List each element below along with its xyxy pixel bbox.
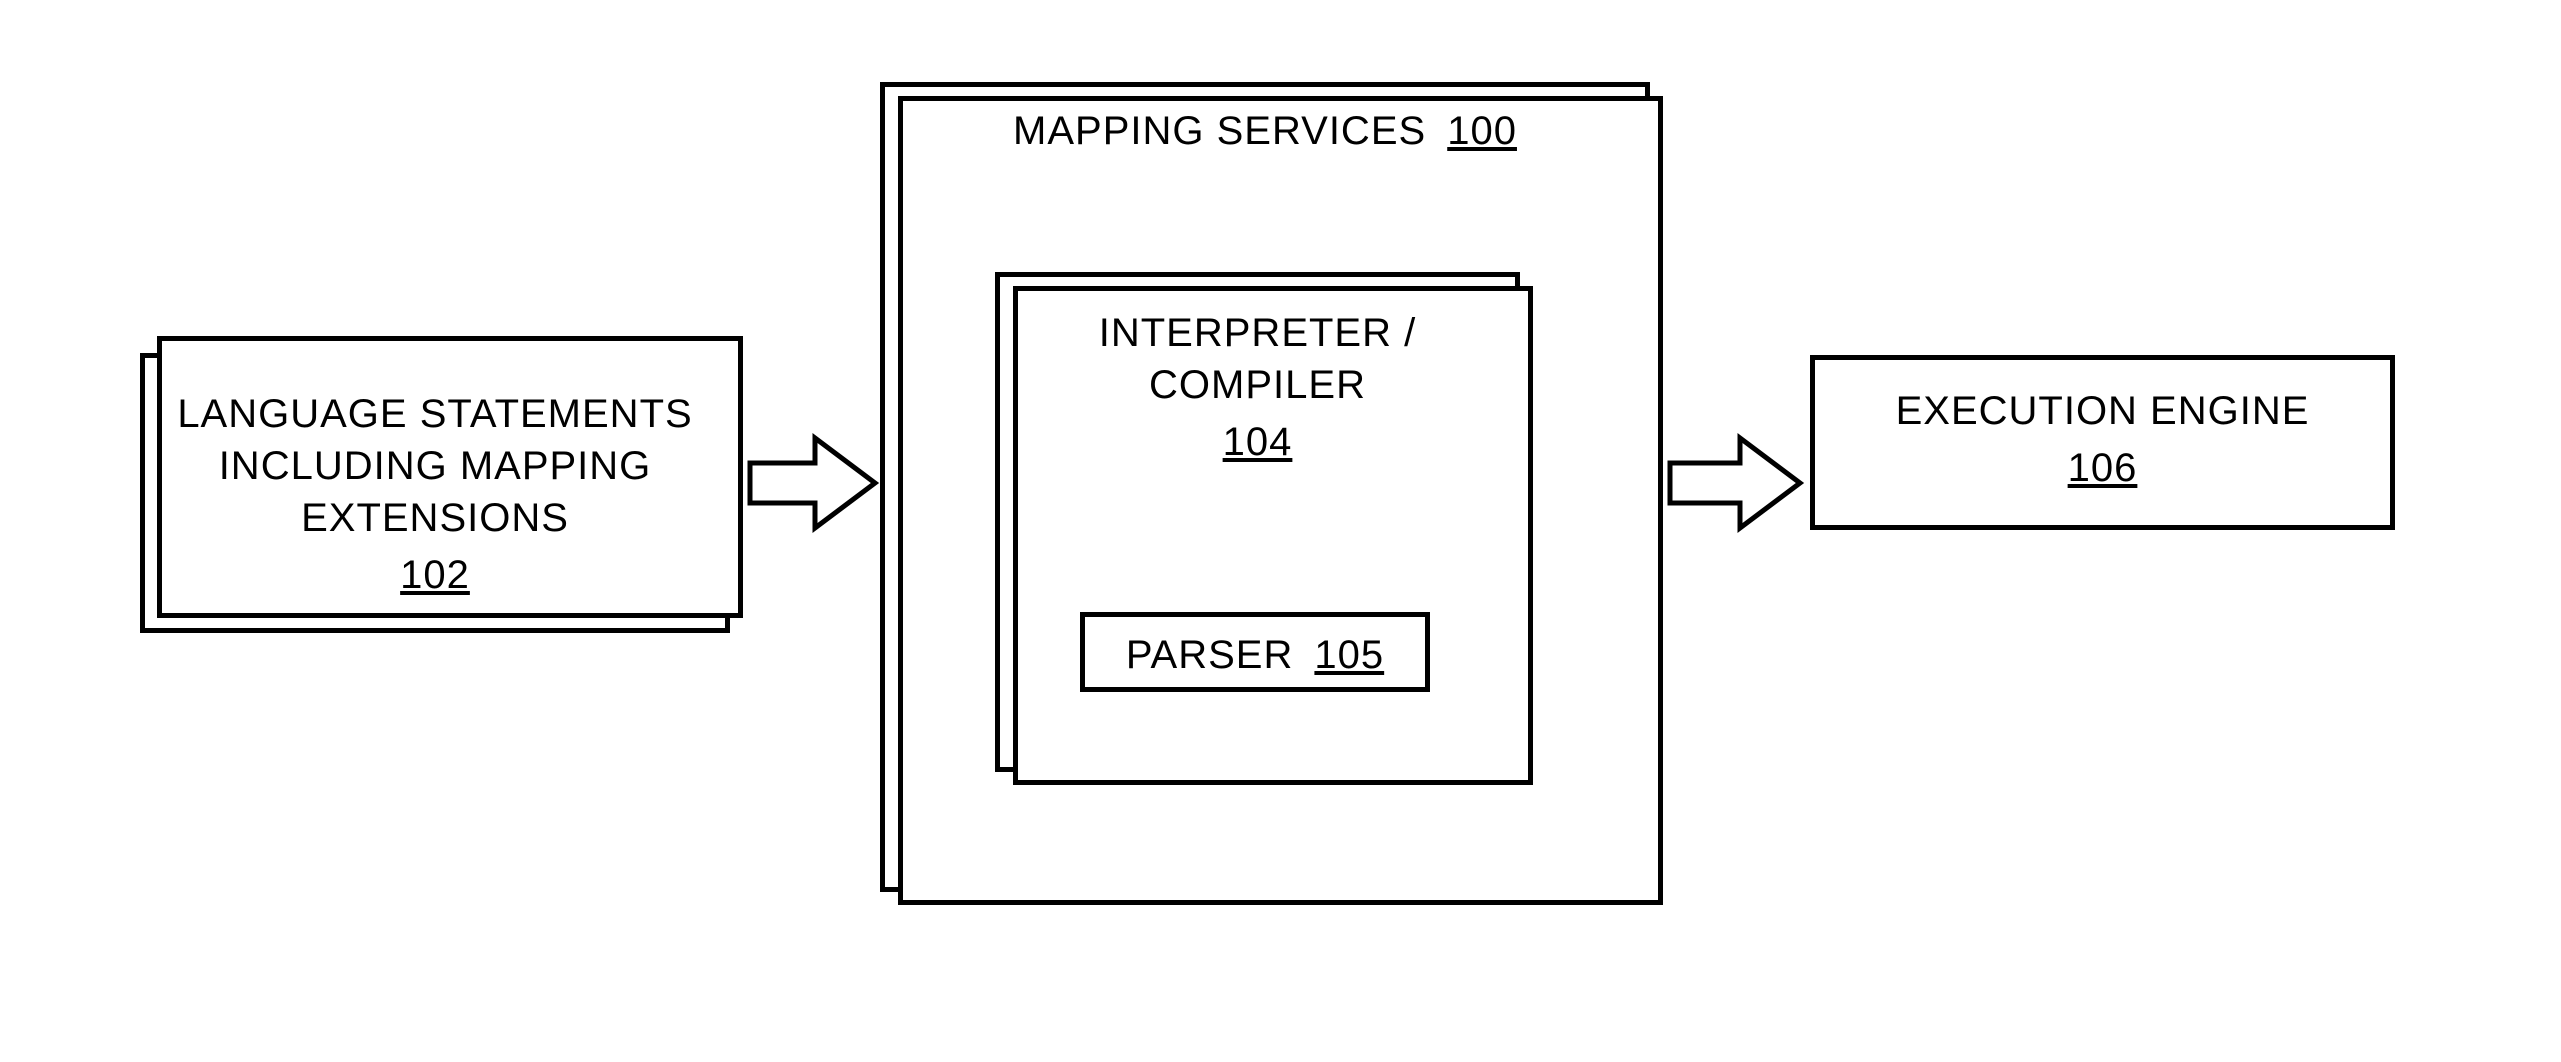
parser-label: PARSER: [1126, 633, 1294, 677]
mapping-services-ref: 100: [1447, 109, 1517, 153]
exec-label: EXECUTION ENGINE: [1815, 385, 2390, 437]
lang-line2: INCLUDING MAPPING: [145, 440, 725, 492]
arrow-left-to-center: [745, 428, 885, 538]
parser-ref: 105: [1314, 633, 1384, 677]
interp-ref: 104: [1223, 416, 1293, 468]
arrow-center-to-right: [1665, 428, 1810, 538]
interp-line1: INTERPRETER /: [1000, 307, 1515, 359]
language-statements-box: LANGUAGE STATEMENTS INCLUDING MAPPING EX…: [140, 353, 730, 633]
lang-line1: LANGUAGE STATEMENTS: [145, 388, 725, 440]
interpreter-compiler-box: INTERPRETER / COMPILER 104 PARSER 105: [995, 272, 1520, 772]
mapping-services-box: MAPPING SERVICES 100 INTERPRETER / COMPI…: [880, 82, 1650, 892]
lang-ref: 102: [400, 549, 470, 601]
interp-line2: COMPILER: [1000, 359, 1515, 411]
mapping-services-title: MAPPING SERVICES: [1013, 109, 1426, 153]
parser-box: PARSER 105: [1080, 612, 1430, 692]
execution-engine-box: EXECUTION ENGINE 106: [1810, 355, 2395, 530]
exec-ref: 106: [2068, 442, 2138, 494]
lang-line3: EXTENSIONS: [145, 492, 725, 544]
